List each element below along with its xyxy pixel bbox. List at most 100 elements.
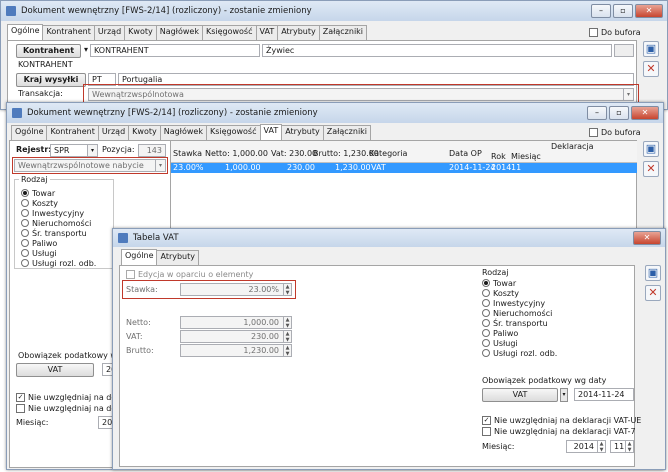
miesiac-label: Miesiąc: bbox=[482, 442, 515, 451]
tab-kwoty[interactable]: Kwoty bbox=[124, 25, 157, 40]
tab-kontrahent[interactable]: Kontrahent bbox=[46, 125, 99, 140]
radio-uslugi-rozl[interactable]: Usługi rozl. odb. bbox=[482, 348, 557, 358]
spinner-icon: ▲ ▼ bbox=[597, 441, 605, 452]
close-button[interactable]: ✕ bbox=[633, 231, 661, 245]
delete-icon[interactable]: ✕ bbox=[645, 285, 661, 301]
radio-koszty[interactable]: Koszty bbox=[21, 198, 96, 208]
col-data-op[interactable]: Data OP bbox=[449, 149, 482, 158]
window-title: Dokument wewnętrzny [FWS-2/14] (rozliczo… bbox=[21, 6, 312, 16]
radio-sr-transportu[interactable]: Śr. transportu bbox=[21, 228, 96, 238]
spinner-icon: ▲ ▼ bbox=[283, 331, 291, 342]
radio-uslugi-rozl[interactable]: Usługi rozl. odb. bbox=[21, 258, 96, 268]
radio-uslugi[interactable]: Usługi bbox=[482, 338, 557, 348]
rejestr-label: Rejestr: bbox=[16, 145, 52, 154]
radio-nieruchomosci[interactable]: Nieruchomości bbox=[482, 308, 557, 318]
radio-inwestycyjny[interactable]: Inwestycyjny bbox=[482, 298, 557, 308]
radio-paliwo[interactable]: Paliwo bbox=[482, 328, 557, 338]
pozycja-field[interactable]: 143 bbox=[138, 144, 166, 157]
tab-atrybuty[interactable]: Atrybuty bbox=[281, 125, 324, 140]
tab-ogolne[interactable]: Ogólne bbox=[7, 24, 44, 40]
kraj-wysylki-button[interactable]: Kraj wysyłki bbox=[16, 73, 86, 87]
vat-label: VAT: bbox=[126, 332, 143, 341]
brutto-label: Brutto: bbox=[126, 346, 154, 355]
tab-vat[interactable]: VAT bbox=[255, 25, 279, 40]
close-button[interactable]: ✕ bbox=[631, 106, 659, 120]
tab-vat[interactable]: VAT bbox=[259, 124, 283, 140]
tab-kwoty[interactable]: Kwoty bbox=[128, 125, 161, 140]
dropdown-arrow-icon[interactable]: ▾ bbox=[84, 45, 88, 54]
kontrahent-code-field[interactable]: KONTRAHENT bbox=[90, 44, 260, 57]
radio-towar[interactable]: Towar bbox=[482, 278, 557, 288]
tab-naglowek[interactable]: Nagłówek bbox=[155, 25, 203, 40]
rodzaj-title: Rodzaj bbox=[19, 175, 50, 184]
vat-button[interactable]: VAT bbox=[482, 388, 558, 402]
col-vat[interactable]: Vat: 230.00 bbox=[271, 149, 317, 158]
tab-zalaczniki[interactable]: Załączniki bbox=[318, 25, 368, 40]
col-netto[interactable]: Netto: 1,000.00 bbox=[205, 149, 268, 158]
transakcja-label: Transakcja: bbox=[18, 89, 63, 98]
vat-button-arrow-icon[interactable]: ▾ bbox=[560, 388, 568, 402]
maximize-button[interactable]: ▫ bbox=[613, 4, 633, 18]
titlebar-1: Dokument wewnętrzny [FWS-2/14] (rozliczo… bbox=[1, 1, 667, 21]
main-panel-3: Edycja w oparciu o elementy Stawka: 23.0… bbox=[119, 265, 641, 467]
chk-vat-7[interactable]: Nie uwzględniaj na deklaracji VAT-7 bbox=[482, 427, 636, 436]
titlebar-2: Dokument wewnętrzny [FWS-2/14] (rozliczo… bbox=[7, 103, 663, 123]
vat-button[interactable]: VAT bbox=[16, 363, 94, 377]
tab-atrybuty[interactable]: Atrybuty bbox=[277, 25, 320, 40]
rejestr-select[interactable]: SPR ▾ bbox=[50, 144, 98, 157]
tab-ogolne[interactable]: Ogólne bbox=[121, 249, 158, 265]
tab-urzad[interactable]: Urząd bbox=[93, 25, 126, 40]
delete-icon[interactable]: ✕ bbox=[643, 61, 659, 77]
radio-nieruchomosci[interactable]: Nieruchomości bbox=[21, 218, 96, 228]
minimize-button[interactable]: – bbox=[587, 106, 607, 120]
vat-field[interactable]: 230.00 ▲ ▼ bbox=[180, 330, 292, 343]
save-icon[interactable]: ▣ bbox=[643, 41, 659, 57]
table-row[interactable]: 23.00% 1,000.00 230.00 1,230.00 VAT 2014… bbox=[171, 163, 637, 173]
edycja-checkbox[interactable]: Edycja w oparciu o elementy bbox=[126, 270, 253, 279]
tab-urzad[interactable]: Urząd bbox=[97, 125, 130, 140]
rok-field[interactable]: 2014 ▲ ▼ bbox=[566, 440, 606, 453]
date-field[interactable]: 2014-11-24 bbox=[574, 388, 634, 401]
brutto-field[interactable]: 1,230.00 ▲ ▼ bbox=[180, 344, 292, 357]
chevron-down-icon: ▾ bbox=[87, 145, 97, 156]
window-title: Dokument wewnętrzny [FWS-2/14] (rozliczo… bbox=[27, 108, 318, 118]
save-icon[interactable]: ▣ bbox=[643, 141, 659, 157]
tab-ksiegowosc[interactable]: Księgowość bbox=[201, 25, 257, 40]
col-miesiac[interactable]: Miesiąc bbox=[511, 152, 541, 161]
radio-towar[interactable]: Towar bbox=[21, 188, 96, 198]
kontrahent-button[interactable]: Kontrahent bbox=[16, 44, 81, 58]
document-icon bbox=[118, 233, 128, 243]
col-rok[interactable]: Rok bbox=[491, 152, 506, 161]
binoculars-icon[interactable] bbox=[614, 44, 634, 57]
delete-icon[interactable]: ✕ bbox=[643, 161, 659, 177]
chk-vat-ue[interactable]: ✓ Nie uwzględniaj na deklaracji VAT-UE bbox=[482, 416, 641, 425]
netto-field[interactable]: 1,000.00 ▲ ▼ bbox=[180, 316, 292, 329]
kontrahent-city-field[interactable]: Żywiec bbox=[262, 44, 612, 57]
radio-sr-transportu[interactable]: Śr. transportu bbox=[482, 318, 557, 328]
tab-kontrahent[interactable]: Kontrahent bbox=[42, 25, 95, 40]
col-kategoria[interactable]: Kategoria bbox=[369, 149, 407, 158]
radio-inwestycyjny[interactable]: Inwestycyjny bbox=[21, 208, 96, 218]
minimize-button[interactable]: – bbox=[591, 4, 611, 18]
tab-naglowek[interactable]: Nagłówek bbox=[159, 125, 207, 140]
radio-uslugi[interactable]: Usługi bbox=[21, 248, 96, 258]
tab-ogolne[interactable]: Ogólne bbox=[11, 125, 48, 140]
tab-ksiegowosc[interactable]: Księgowość bbox=[205, 125, 261, 140]
window-tabela-vat: Tabela VAT ✕ Ogólne Atrybuty Edycja w op… bbox=[112, 228, 666, 470]
col-stawka[interactable]: Stawka bbox=[173, 149, 202, 158]
close-button[interactable]: ✕ bbox=[635, 4, 663, 18]
tab-zalaczniki[interactable]: Załączniki bbox=[322, 125, 372, 140]
spinner-icon: ▲ ▼ bbox=[283, 317, 291, 328]
document-icon bbox=[6, 6, 16, 16]
do-bufora-checkbox[interactable]: Do bufora bbox=[589, 28, 641, 37]
miesiac-field[interactable]: 11 ▲ ▼ bbox=[610, 440, 634, 453]
rodzaj-title: Rodzaj bbox=[482, 268, 509, 277]
tab-atrybuty[interactable]: Atrybuty bbox=[156, 250, 199, 265]
radio-koszty[interactable]: Koszty bbox=[482, 288, 557, 298]
save-icon[interactable]: ▣ bbox=[645, 265, 661, 281]
maximize-button[interactable]: ▫ bbox=[609, 106, 629, 120]
do-bufora-checkbox[interactable]: Do bufora bbox=[589, 128, 641, 137]
pozycja-label: Pozycja: bbox=[102, 145, 135, 154]
radio-paliwo[interactable]: Paliwo bbox=[21, 238, 96, 248]
miesiac-label: Miesiąc: bbox=[16, 418, 49, 427]
